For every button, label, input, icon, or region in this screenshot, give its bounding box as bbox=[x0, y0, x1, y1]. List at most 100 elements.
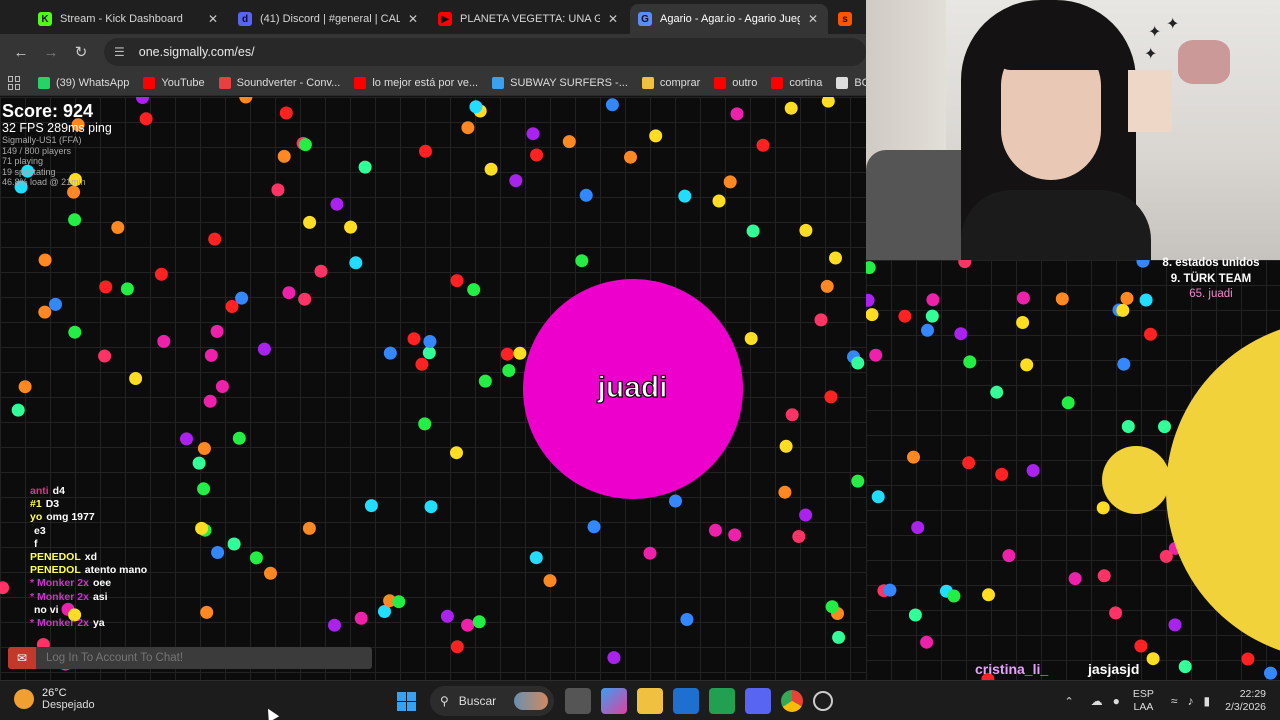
food-pellet bbox=[607, 651, 621, 665]
url-text: one.sigmally.com/es/ bbox=[138, 45, 255, 59]
food-pellet bbox=[277, 149, 291, 163]
food-pellet bbox=[728, 528, 742, 542]
food-pellet bbox=[502, 364, 516, 377]
bookmark-favicon-icon bbox=[771, 76, 784, 89]
leaderboard: 8. estados unidos 9. TÜRK TEAM 65. juadi bbox=[1145, 256, 1277, 303]
game-canvas[interactable]: Score: 924 32 FPS 289ms ping Sigmally-US… bbox=[0, 97, 866, 680]
players-count: 149 / 800 players bbox=[2, 145, 72, 156]
food-pellet bbox=[925, 309, 939, 323]
food-pellet bbox=[1117, 357, 1131, 371]
browser-tab[interactable]: sStr bbox=[830, 4, 864, 34]
browser-tab[interactable]: K Stream - Kick Dashboard ✕ bbox=[30, 4, 228, 34]
forward-icon[interactable]: → bbox=[38, 39, 64, 65]
apps-grid-icon[interactable] bbox=[8, 75, 20, 90]
food-pellet bbox=[330, 197, 344, 211]
food-pellet bbox=[866, 308, 879, 322]
bookmark-item[interactable]: comprar bbox=[641, 76, 700, 89]
food-pellet bbox=[203, 394, 217, 408]
wifi-icon[interactable]: ≈ bbox=[1171, 694, 1178, 708]
food-pellet bbox=[1002, 549, 1016, 563]
tab-title: PLANETA VEGETTA: UNA GRAN AVENTURA bbox=[460, 13, 600, 25]
close-tab-icon[interactable]: ✕ bbox=[806, 12, 820, 26]
food-pellet bbox=[605, 98, 619, 112]
microphone-icon[interactable]: ● bbox=[1113, 694, 1120, 708]
food-pellet bbox=[424, 500, 438, 514]
fps-ping-text: 32 FPS 289ms ping bbox=[2, 121, 112, 135]
browser-tab[interactable]: d (41) Discord | #general | CALAVERA ✕ bbox=[230, 4, 428, 34]
food-pellet bbox=[1241, 652, 1255, 666]
food-pellet bbox=[354, 611, 368, 625]
browser-tab[interactable]: G Agario - Agar.io - Agario Juegos ✕ bbox=[630, 4, 828, 34]
bookmark-item[interactable]: SUBWAY SURFERS -... bbox=[492, 76, 628, 89]
bookmark-item[interactable]: outro bbox=[714, 76, 757, 89]
discord-icon[interactable] bbox=[745, 688, 771, 714]
word-icon[interactable] bbox=[673, 688, 699, 714]
bookmark-favicon-icon bbox=[836, 76, 849, 89]
chat-input[interactable] bbox=[36, 652, 356, 664]
food-pellet bbox=[349, 256, 363, 270]
spectating-count: 19 spectating bbox=[2, 166, 56, 177]
kick-icon: K bbox=[38, 12, 52, 26]
chat-message: anti d4 bbox=[30, 485, 147, 498]
tab-title: Stream - Kick Dashboard bbox=[60, 13, 183, 25]
chat-text: D3 bbox=[45, 498, 60, 511]
bookmark-item[interactable]: cortina bbox=[771, 76, 822, 89]
back-icon[interactable]: ← bbox=[8, 39, 34, 65]
chevron-up-icon[interactable]: ⌃ bbox=[1064, 695, 1073, 708]
bookmark-favicon-icon bbox=[714, 76, 727, 89]
food-pellet bbox=[587, 520, 601, 534]
browser-tab[interactable]: ▶ PLANETA VEGETTA: UNA GRAN AVENTURA ✕ bbox=[430, 4, 628, 34]
food-pellet bbox=[1097, 569, 1111, 583]
excel-icon[interactable] bbox=[709, 688, 735, 714]
site-info-icon[interactable]: ☰ bbox=[114, 45, 125, 59]
food-pellet bbox=[314, 264, 328, 278]
close-tab-icon[interactable]: ✕ bbox=[406, 12, 420, 26]
bookmark-favicon-icon bbox=[641, 76, 654, 89]
copilot-icon[interactable] bbox=[601, 688, 627, 714]
bookmark-item[interactable]: Soundverter - Conv... bbox=[218, 76, 340, 89]
bookmark-item[interactable]: (39) WhatsApp bbox=[38, 76, 129, 89]
volume-icon[interactable]: ♪ bbox=[1188, 694, 1194, 708]
chat-message: f bbox=[30, 538, 147, 551]
chat-author: #1 bbox=[30, 498, 42, 511]
clock[interactable]: 22:29 2/3/2026 bbox=[1225, 688, 1266, 714]
battery-icon[interactable]: ▮ bbox=[1204, 694, 1211, 708]
food-pellet bbox=[1020, 358, 1034, 372]
close-tab-icon[interactable]: ✕ bbox=[206, 12, 220, 26]
chat-text: oee bbox=[92, 577, 112, 590]
taskbar-search[interactable]: ⚲ Buscar bbox=[430, 686, 554, 716]
obs-icon[interactable] bbox=[813, 691, 833, 711]
food-pellet bbox=[958, 260, 972, 269]
food-pellet bbox=[883, 583, 897, 597]
file-explorer-icon[interactable] bbox=[637, 688, 663, 714]
food-pellet bbox=[1168, 618, 1182, 632]
reload-icon[interactable]: ↻ bbox=[68, 39, 94, 65]
bat-icon: ✦ bbox=[1166, 16, 1180, 33]
task-view-icon[interactable] bbox=[565, 688, 591, 714]
food-pellet bbox=[1159, 549, 1173, 563]
food-pellet bbox=[820, 279, 834, 293]
address-bar[interactable]: ☰ one.sigmally.com/es/ bbox=[104, 38, 866, 66]
youtube-icon: ▶ bbox=[438, 12, 452, 26]
search-highlight-art bbox=[514, 692, 548, 710]
food-pellet bbox=[450, 274, 464, 288]
cloud-icon[interactable]: ☁ bbox=[1091, 694, 1103, 708]
weather-widget[interactable]: 26°C Despejado bbox=[14, 687, 95, 711]
food-pellet bbox=[208, 232, 222, 246]
food-pellet bbox=[279, 106, 293, 120]
close-tab-icon[interactable]: ✕ bbox=[606, 12, 620, 26]
bookmark-label: lo mejor está por ve... bbox=[372, 76, 479, 89]
keyboard-layout: LAA bbox=[1133, 701, 1154, 713]
food-pellet bbox=[383, 346, 397, 360]
viewer-name: cristina_li_ bbox=[975, 661, 1049, 677]
food-pellet bbox=[869, 348, 883, 362]
bookmark-item[interactable]: YouTube bbox=[143, 76, 205, 89]
bookmark-item[interactable]: lo mejor está por ve... bbox=[354, 76, 479, 89]
chrome-icon[interactable] bbox=[781, 690, 803, 712]
mail-icon[interactable]: ✉ bbox=[8, 647, 36, 669]
language-indicator[interactable]: ESP LAA bbox=[1133, 688, 1154, 714]
windows-start-icon[interactable] bbox=[393, 688, 419, 714]
chat-text: d4 bbox=[52, 485, 65, 497]
food-pellet bbox=[461, 618, 475, 632]
food-pellet bbox=[461, 121, 475, 135]
